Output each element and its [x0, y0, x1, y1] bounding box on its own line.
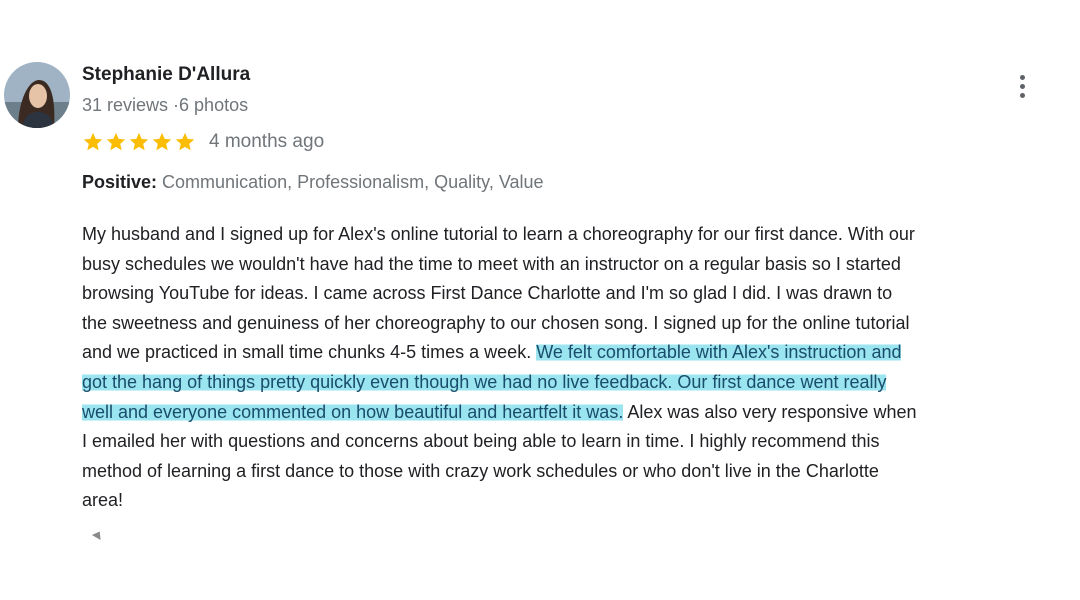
review-line: I emailed her with questions and concern… — [82, 431, 880, 452]
reviewer-meta: 31 reviews ·6 photos — [82, 95, 249, 115]
star-icon — [83, 132, 103, 151]
attributes-values: Communication, Professionalism, Quality,… — [162, 172, 544, 192]
rating-row: 4 months ago — [82, 131, 324, 153]
avatar-image — [4, 62, 70, 128]
star-icon — [175, 132, 195, 151]
review-line: got the hang of things pretty quickly ev… — [82, 368, 1078, 398]
star-icon — [106, 132, 126, 151]
more-vert-icon[interactable] — [1006, 66, 1038, 106]
avatar[interactable] — [4, 62, 70, 128]
highlighted-text: got the hang of things pretty quickly ev… — [82, 371, 887, 392]
highlighted-text: well and everyone commented on how beaut… — [82, 401, 624, 422]
review-time: 4 months ago — [209, 131, 325, 152]
review-text: My husband and I signed up for Alex's on… — [82, 220, 1078, 516]
review-line: My husband and I signed up for Alex's on… — [82, 224, 915, 244]
review-line: busy schedules we wouldn't have had the … — [82, 253, 901, 274]
review-line: method of learning a first dance to thos… — [82, 460, 879, 481]
collapse-arrow-icon[interactable] — [91, 528, 105, 541]
star-rating — [82, 131, 196, 153]
star-icon — [152, 132, 172, 151]
review-line: well and everyone commented on how beaut… — [82, 401, 917, 422]
review-attributes: Positive: Communication, Professionalism… — [82, 172, 544, 193]
review-line: the sweetness and genuiness of her chore… — [82, 312, 910, 333]
review-line: area! — [82, 490, 124, 511]
attributes-label: Positive: — [82, 172, 158, 192]
reviewer-name[interactable]: Stephanie D'Allura — [82, 64, 250, 86]
review-line: and we practiced in small time chunks 4-… — [82, 342, 902, 363]
star-icon — [129, 132, 149, 151]
review-line: browsing YouTube for ideas. I came acros… — [82, 283, 893, 304]
highlighted-text: We felt comfortable with Alex's instruct… — [536, 342, 902, 363]
